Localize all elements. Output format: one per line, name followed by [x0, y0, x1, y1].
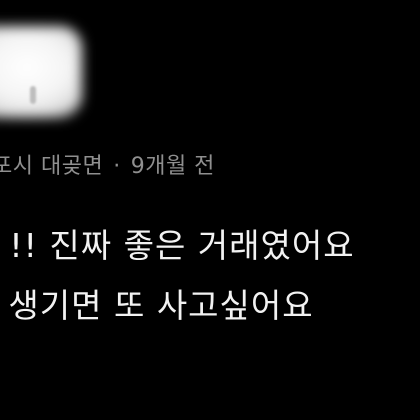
avatar-highlight — [30, 86, 36, 104]
review-text-line-1: t !! 진짜 좋은 거래였어요 — [0, 226, 355, 265]
meta-separator: · — [113, 154, 121, 179]
profile-avatar-icon[interactable] — [0, 26, 82, 118]
review-text-line-2: - 생기면 또 사고싶어요 — [0, 286, 314, 325]
review-item: 포시 대곶면 · 9개월 전 t !! 진짜 좋은 거래였어요 - 생기면 또 사고… — [0, 0, 420, 420]
review-time: 9개월 전 — [130, 154, 215, 179]
review-meta: 포시 대곶면 · 9개월 전 — [0, 148, 215, 180]
review-location: 포시 대곶면 — [0, 154, 104, 179]
